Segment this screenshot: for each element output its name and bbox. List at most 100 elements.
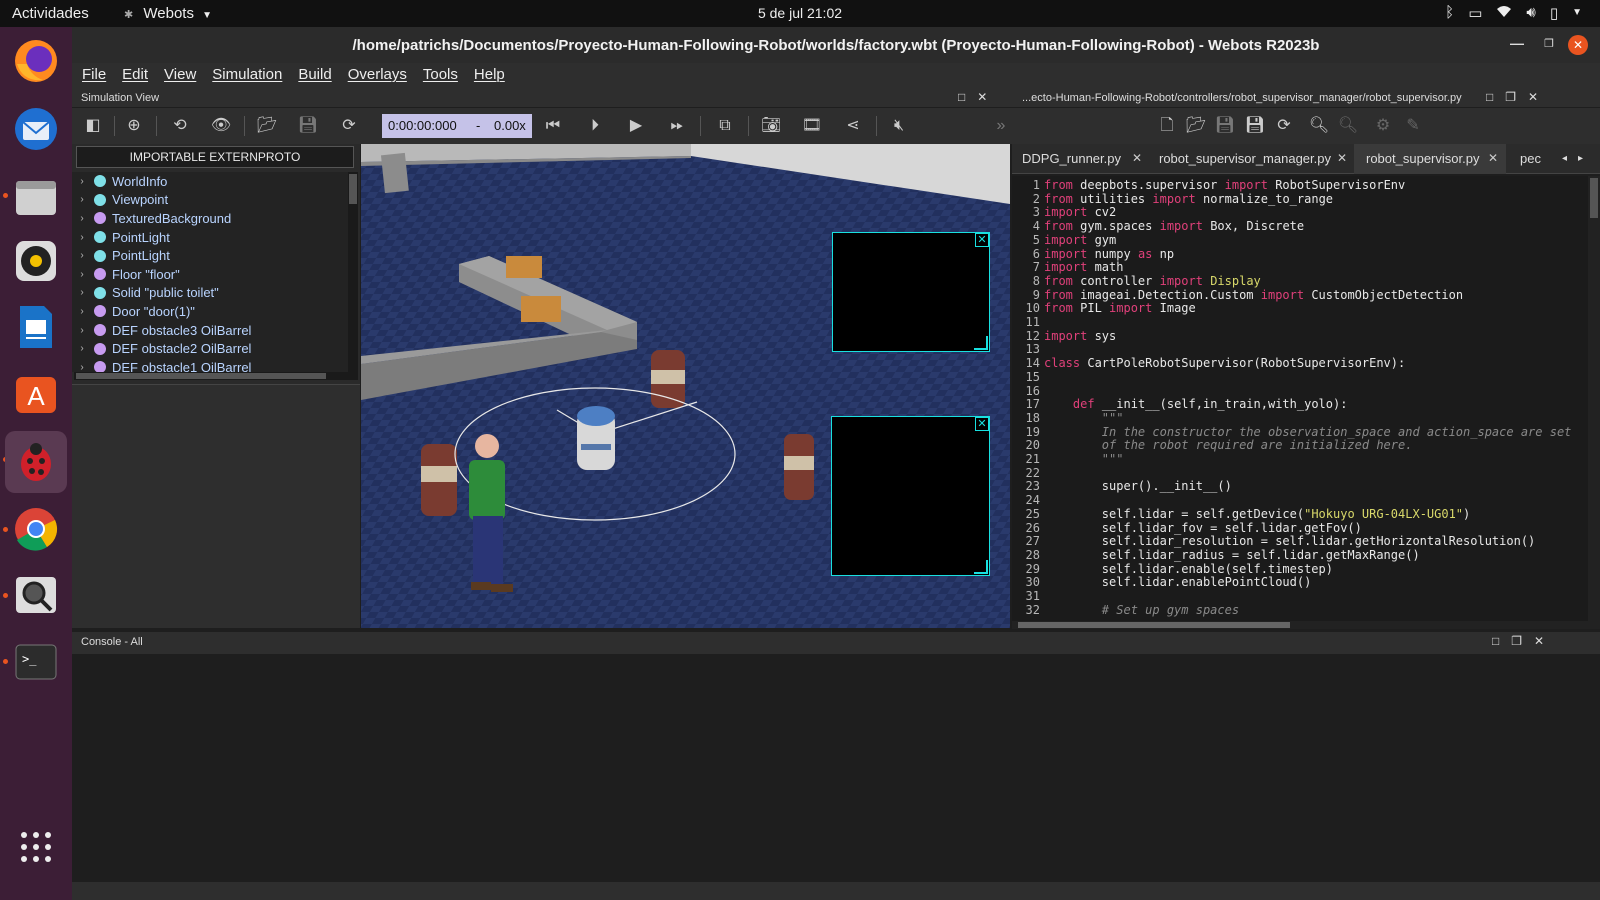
expand-arrow-icon[interactable]: › xyxy=(72,213,92,224)
share-icon[interactable]: ⋖ xyxy=(842,115,864,137)
code-line[interactable]: """ xyxy=(1044,452,1124,466)
restore-panel-icon[interactable]: ❐ xyxy=(1511,634,1522,648)
code-line[interactable]: import math xyxy=(1044,260,1123,274)
tab-robot-supervisor-manager[interactable]: robot_supervisor_manager.py ✕ xyxy=(1159,144,1355,174)
code-line[interactable]: from utilities import normalize_to_range xyxy=(1044,192,1333,206)
bluetooth-icon[interactable]: ᛒ xyxy=(1445,4,1454,22)
view-eye-icon[interactable]: 👁︎ xyxy=(210,115,232,137)
menu-overlays[interactable]: Overlays xyxy=(348,66,407,89)
menu-help[interactable]: Help xyxy=(474,66,505,89)
menu-tools[interactable]: Tools xyxy=(423,66,458,89)
camera-overlay-bottom[interactable]: ✕ xyxy=(831,416,990,576)
maximize-button[interactable]: ❐ xyxy=(1544,37,1554,50)
open-world-icon[interactable]: 📂︎ xyxy=(256,115,278,137)
close-panel-icon[interactable]: ✕ xyxy=(1528,90,1538,104)
image-viewer-icon[interactable] xyxy=(8,567,64,623)
close-panel-icon[interactable]: ✕ xyxy=(1534,634,1544,648)
code-line[interactable]: In the constructor the observation_space… xyxy=(1044,425,1572,439)
firefox-icon[interactable] xyxy=(8,33,64,89)
restore-panel-icon[interactable]: ❐ xyxy=(1505,90,1516,104)
code-line[interactable]: self.lidar_fov = self.lidar.getFov() xyxy=(1044,521,1362,535)
save-file-icon[interactable]: 💾︎ xyxy=(1214,115,1236,137)
build-icon[interactable]: ⚙ xyxy=(1372,115,1394,137)
clock[interactable]: 5 de jul 21:02 xyxy=(0,5,1600,21)
tab-pec[interactable]: pec xyxy=(1520,144,1568,174)
scene-tree-node[interactable]: › TexturedBackground xyxy=(72,209,348,228)
tab-ddpg-runner[interactable]: DDPG_runner.py ✕ xyxy=(1022,144,1158,174)
tab-robot-supervisor[interactable]: robot_supervisor.py ✕ xyxy=(1354,144,1506,174)
code-line[interactable]: import cv2 xyxy=(1044,205,1116,219)
scene-tree-node[interactable]: › DEF obstacle1 OilBarrel xyxy=(72,358,348,372)
close-icon[interactable]: ✕ xyxy=(1488,151,1498,165)
code-line[interactable]: from gym.spaces import Box, Discrete xyxy=(1044,219,1304,233)
importable-externproto-button[interactable]: IMPORTABLE EXTERNPROTO xyxy=(76,146,354,168)
more-tools-icon[interactable]: » xyxy=(990,115,1012,137)
code-line[interactable]: import sys xyxy=(1044,329,1116,343)
replace-icon[interactable]: 🔍︎ xyxy=(1337,115,1359,137)
files-icon[interactable] xyxy=(8,169,64,225)
scene-tree-node[interactable]: › DEF obstacle2 OilBarrel xyxy=(72,339,348,358)
expand-arrow-icon[interactable]: › xyxy=(72,306,92,317)
close-icon[interactable]: ✕ xyxy=(975,233,989,247)
code-vscrollbar[interactable] xyxy=(1588,176,1600,621)
code-line[interactable]: from controller import Display xyxy=(1044,274,1261,288)
menu-build[interactable]: Build xyxy=(298,66,331,89)
resize-handle[interactable] xyxy=(974,560,988,574)
code-line[interactable]: of the robot required are initialized he… xyxy=(1044,438,1413,452)
open-file-icon[interactable]: 📂︎ xyxy=(1185,115,1207,137)
close-icon[interactable]: ✕ xyxy=(1337,151,1347,165)
menu-simulation[interactable]: Simulation xyxy=(212,66,282,89)
rhythmbox-icon[interactable] xyxy=(8,233,64,289)
revert-file-icon[interactable]: ⟳ xyxy=(1273,115,1295,137)
code-line[interactable]: self.lidar.enable(self.timestep) xyxy=(1044,562,1333,576)
reload-world-icon[interactable]: ⟳ xyxy=(338,115,360,137)
close-icon[interactable]: ✕ xyxy=(1132,151,1142,165)
code-line[interactable]: import numpy as np xyxy=(1044,247,1174,261)
expand-arrow-icon[interactable]: › xyxy=(72,269,92,280)
volume-icon[interactable]: 🔊︎ xyxy=(1526,4,1535,22)
scene-tree-node[interactable]: › Door "door(1)" xyxy=(72,302,348,321)
system-tray[interactable]: ᛒ ▭ 🔊︎ ▯ ▼ xyxy=(1445,4,1582,22)
code-line[interactable]: from PIL import Image xyxy=(1044,301,1196,315)
menu-view[interactable]: View xyxy=(164,66,196,89)
scene-tree-node[interactable]: › Viewpoint xyxy=(72,191,348,210)
menu-file[interactable]: File xyxy=(82,66,106,89)
expand-arrow-icon[interactable]: › xyxy=(72,176,92,187)
scene-tree-node[interactable]: › DEF obstacle3 OilBarrel xyxy=(72,321,348,340)
code-line[interactable]: class CartPoleRobotSupervisor(RobotSuper… xyxy=(1044,356,1405,370)
scene-tree-node[interactable]: › WorldInfo xyxy=(72,172,348,191)
reset-viewpoint-icon[interactable]: ⟲ xyxy=(169,115,191,137)
code-line[interactable]: self.lidar = self.getDevice("Hokuyo URG-… xyxy=(1044,507,1470,521)
save-world-icon[interactable]: 💾︎ xyxy=(297,115,319,137)
camera-overlay-top[interactable]: ✕ xyxy=(832,232,990,352)
code-line[interactable]: def __init__(self,in_train,with_yolo): xyxy=(1044,397,1348,411)
writer-icon[interactable] xyxy=(8,299,64,355)
save-all-icon[interactable]: 💾︎ xyxy=(1244,115,1266,137)
step-icon[interactable]: ⏵︎ xyxy=(584,115,606,137)
battery-icon[interactable]: ▯ xyxy=(1550,4,1558,22)
scene-tree-node[interactable]: › Floor "floor" xyxy=(72,265,348,284)
minimize-button[interactable]: — xyxy=(1510,35,1524,51)
window-title-bar[interactable]: /home/patrichs/Documentos/Proyecto-Human… xyxy=(72,27,1600,63)
resize-handle[interactable] xyxy=(974,336,988,350)
float-panel-icon[interactable]: □ xyxy=(958,90,965,104)
rendering-icon[interactable]: ⧉ xyxy=(714,115,736,137)
scene-tree-vscrollbar[interactable] xyxy=(348,172,358,380)
code-line[interactable]: """ xyxy=(1044,411,1124,425)
code-line[interactable]: self.lidar_resolution = self.lidar.getHo… xyxy=(1044,534,1535,548)
thunderbird-icon[interactable] xyxy=(8,101,64,157)
play-icon[interactable]: ▶ xyxy=(625,115,647,137)
code-line[interactable]: from imageai.Detection.Custom import Cus… xyxy=(1044,288,1463,302)
chevron-down-icon[interactable]: ▼ xyxy=(1572,4,1582,22)
code-hscrollbar[interactable] xyxy=(1012,621,1600,629)
close-icon[interactable]: ✕ xyxy=(975,417,989,431)
console-output[interactable] xyxy=(72,654,1600,882)
expand-arrow-icon[interactable]: › xyxy=(72,194,92,205)
scene-tree-node[interactable]: › PointLight xyxy=(72,246,348,265)
menu-edit[interactable]: Edit xyxy=(122,66,148,89)
scroll-tabs-right-icon[interactable]: ▸ xyxy=(1578,144,1583,174)
expand-arrow-icon[interactable]: › xyxy=(72,232,92,243)
scroll-tabs-left-icon[interactable]: ◂ xyxy=(1562,144,1567,174)
record-movie-icon[interactable]: 🎞︎ xyxy=(801,115,823,137)
expand-arrow-icon[interactable]: › xyxy=(72,287,92,298)
